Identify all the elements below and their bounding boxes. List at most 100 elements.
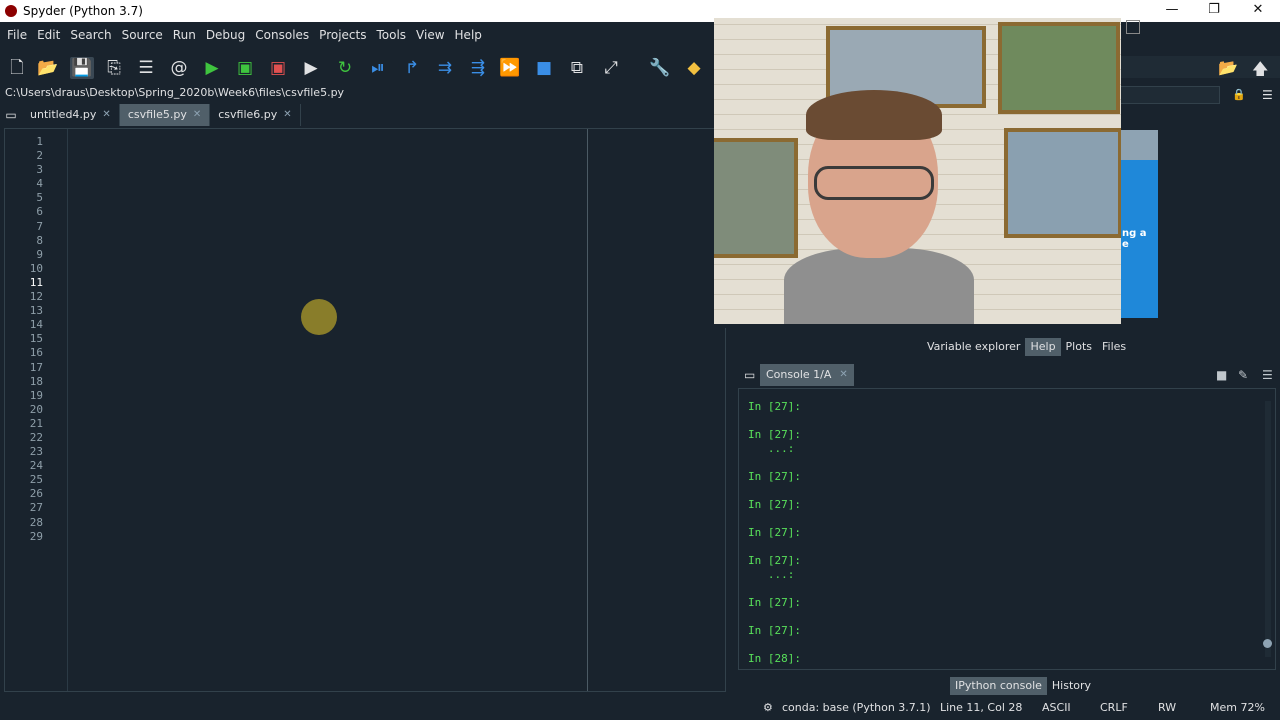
- console-prompt: In [27]:: [748, 400, 801, 413]
- menu-tools[interactable]: Tools: [371, 22, 411, 48]
- at-sign-icon[interactable]: @: [167, 57, 191, 79]
- line-number: 19: [29, 388, 43, 402]
- menu-consoles[interactable]: Consoles: [250, 22, 314, 48]
- tab-label: csvfile6.py: [218, 108, 278, 121]
- run-selection-icon[interactable]: ▶: [299, 57, 323, 79]
- console-prompt: In [27]:: [748, 554, 801, 567]
- line-number: 13: [29, 304, 43, 318]
- tab-label: untitled4.py: [30, 108, 97, 121]
- run-cell-icon[interactable]: ▣: [233, 57, 257, 79]
- stop-kernel-icon[interactable]: ■: [1216, 368, 1227, 382]
- help-card-text: ng a e: [1122, 228, 1147, 250]
- line-number: 28: [29, 515, 43, 529]
- console-prompt: In [27]:: [748, 498, 801, 511]
- pane-menu-icon[interactable]: ☰: [1262, 88, 1273, 102]
- open-folder-icon[interactable]: 📂: [1218, 58, 1238, 77]
- menu-projects[interactable]: Projects: [314, 22, 371, 48]
- tab-help[interactable]: Help: [1025, 338, 1061, 356]
- tab-files[interactable]: Files: [1097, 338, 1131, 356]
- edge-line: [587, 129, 588, 691]
- step-into-icon[interactable]: ⇉: [433, 57, 457, 79]
- picture-frame: [998, 22, 1120, 114]
- console-prompt: In [27]:: [748, 526, 801, 539]
- line-number: 27: [29, 501, 43, 515]
- menu-debug[interactable]: Debug: [201, 22, 250, 48]
- picture-frame: [1004, 128, 1121, 238]
- tab-csvfile5[interactable]: csvfile5.py ✕: [119, 104, 211, 126]
- console-menu-icon[interactable]: ☰: [1262, 368, 1273, 382]
- line-number: 5: [36, 191, 43, 205]
- console-tab-label: Console 1/A: [766, 368, 832, 381]
- minimize-button[interactable]: —: [1150, 0, 1194, 22]
- line-number: 4: [36, 177, 43, 191]
- fullscreen-icon[interactable]: ⤢: [599, 57, 623, 79]
- spyder-logo-icon: [5, 5, 17, 17]
- code-editor[interactable]: 1 2 3 4 5 6 7 8 9 10 11 12 13 14 15 16 1…: [4, 128, 726, 692]
- close-tab-icon[interactable]: ✕: [839, 364, 847, 386]
- line-number: 12: [29, 290, 43, 304]
- tab-ipython-console[interactable]: IPython console: [950, 677, 1047, 695]
- save-icon[interactable]: 💾: [70, 57, 94, 79]
- line-number: 25: [29, 473, 43, 487]
- save-all-icon[interactable]: ⎘: [102, 57, 126, 79]
- line-number: 24: [29, 459, 43, 473]
- tab-plots[interactable]: Plots: [1061, 338, 1097, 356]
- browse-tabs-icon[interactable]: ▭: [0, 104, 22, 126]
- line-number: 14: [29, 318, 43, 332]
- tab-console-1a[interactable]: Console 1/A ✕: [760, 364, 854, 386]
- clear-console-icon[interactable]: ✎: [1238, 368, 1248, 382]
- new-file-icon[interactable]: 🗋: [5, 57, 29, 79]
- line-number: 21: [29, 416, 43, 430]
- restore-button[interactable]: ❐: [1192, 0, 1236, 22]
- console-scroll-thumb[interactable]: [1263, 639, 1272, 648]
- line-number: 3: [36, 163, 43, 177]
- menu-file[interactable]: File: [2, 22, 32, 48]
- rerun-icon[interactable]: ↻: [333, 57, 357, 79]
- mouse-highlight: [301, 299, 337, 335]
- menu-search[interactable]: Search: [65, 22, 116, 48]
- outline-list-icon[interactable]: ☰: [134, 57, 158, 79]
- menu-help[interactable]: Help: [450, 22, 487, 48]
- debug-icon[interactable]: ⏯: [366, 57, 390, 79]
- tab-history[interactable]: History: [1047, 677, 1096, 695]
- console-continuation: ...:: [748, 568, 795, 581]
- close-tab-icon[interactable]: ✕: [102, 104, 110, 126]
- console-scrollbar[interactable]: [1265, 401, 1271, 657]
- step-return-icon[interactable]: ⇶: [466, 57, 490, 79]
- close-tab-icon[interactable]: ✕: [283, 104, 291, 126]
- preferences-icon[interactable]: 🔧: [648, 57, 672, 79]
- close-button[interactable]: ✕: [1236, 0, 1280, 22]
- console-continuation: ...:: [748, 442, 795, 455]
- menu-source[interactable]: Source: [117, 22, 168, 48]
- status-eol: CRLF: [1100, 701, 1128, 714]
- continue-icon[interactable]: ⏩: [498, 57, 522, 79]
- console-prompt: In [27]:: [748, 624, 801, 637]
- open-folder-icon[interactable]: 📂: [36, 57, 60, 79]
- lock-icon[interactable]: 🔒: [1232, 88, 1246, 101]
- stop-icon[interactable]: ■: [532, 57, 556, 79]
- run-icon[interactable]: ▶: [200, 57, 224, 79]
- close-tab-icon[interactable]: ✕: [193, 104, 201, 126]
- webcam-resize-handle[interactable]: [1126, 20, 1140, 34]
- window-title: Spyder (Python 3.7): [23, 4, 143, 18]
- line-number: 2: [36, 149, 43, 163]
- line-number: 7: [36, 219, 43, 233]
- help-search-field[interactable]: [1120, 86, 1220, 104]
- status-encoding: ASCII: [1042, 701, 1071, 714]
- step-icon[interactable]: ↱: [400, 57, 424, 79]
- tab-csvfile6[interactable]: csvfile6.py ✕: [210, 104, 301, 126]
- run-cell-advance-icon[interactable]: ▣: [266, 57, 290, 79]
- tab-variable-explorer[interactable]: Variable explorer: [922, 338, 1025, 356]
- up-arrow-icon[interactable]: 🡅: [1252, 58, 1268, 85]
- maximize-pane-icon[interactable]: ⧉: [565, 57, 589, 79]
- menu-edit[interactable]: Edit: [32, 22, 65, 48]
- menu-run[interactable]: Run: [168, 22, 201, 48]
- tab-untitled4[interactable]: untitled4.py ✕: [22, 104, 120, 126]
- python-path-icon[interactable]: ◆: [682, 57, 706, 79]
- pane-tabs: Variable explorer Help Plots Files: [922, 338, 1131, 356]
- ipython-console[interactable]: In [27]: In [27]: ...: In [27]: In [27]:…: [738, 388, 1276, 670]
- browse-consoles-icon[interactable]: ▭: [744, 368, 755, 382]
- line-number: 8: [36, 233, 43, 247]
- console-pane-tabs: IPython console History: [950, 677, 1096, 695]
- menu-view[interactable]: View: [411, 22, 449, 48]
